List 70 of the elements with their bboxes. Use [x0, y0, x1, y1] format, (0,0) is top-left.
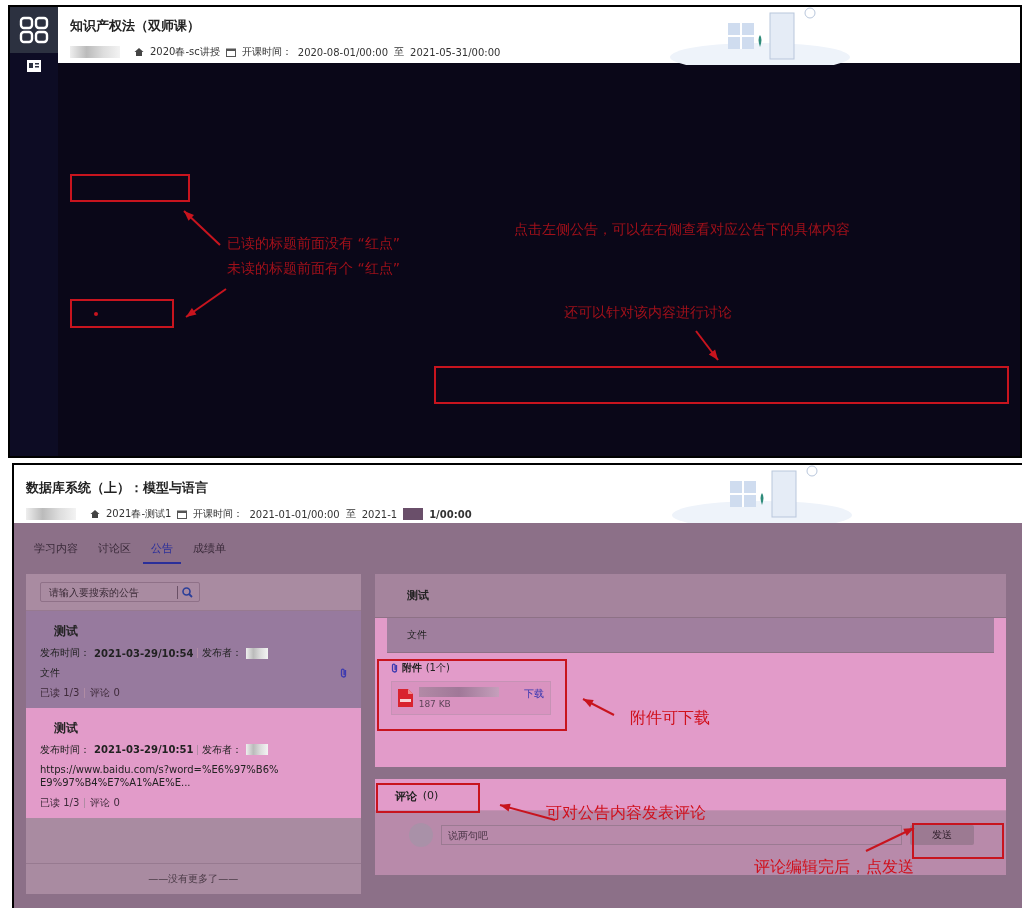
paperclip-icon — [390, 663, 398, 673]
attachments-count: (1个) — [425, 661, 450, 675]
time-label: 开课时间： — [193, 507, 244, 521]
redacted-name — [70, 46, 120, 58]
annotation-arrow — [692, 329, 722, 363]
to-label: 至 — [394, 45, 405, 59]
read-count: 已读 1/3 — [40, 795, 80, 810]
comments-label: 评论 — [394, 789, 417, 804]
course-term: 2021春-测试1 — [106, 507, 172, 521]
detail-body: 文件 — [386, 618, 994, 653]
comment-count: 评论 0 — [90, 795, 120, 810]
unread-dot — [94, 312, 98, 316]
end-time: 2021-05-31/00:00 — [410, 46, 501, 58]
annotation-text: 评论编辑完后，点发送 — [754, 857, 914, 878]
search-field[interactable]: 请输入要搜索的公告 — [40, 582, 200, 602]
end-time: 2021-1 — [361, 508, 398, 520]
annotation-arrow — [580, 695, 616, 717]
annotation-text: 可对公告内容发表评论 — [546, 803, 706, 824]
pdf-file-icon — [397, 689, 413, 707]
annotation-text: 点击左侧公告，可以在右侧查看对应公告下的具体内容 — [514, 221, 850, 239]
announcement-title: 测试 — [53, 719, 79, 737]
announcement-preview: 文件 — [40, 666, 61, 680]
course-term: 2020春-sc讲授 — [150, 45, 220, 59]
redacted-name — [246, 647, 269, 659]
redacted-name — [246, 744, 269, 755]
annotation-arrow — [864, 825, 916, 853]
publish-time-label: 发布时间： — [40, 646, 90, 660]
tab[interactable]: 成绩单 — [185, 537, 234, 564]
publisher-label: 发布者： — [202, 646, 243, 660]
publish-time: 2021-03-29/10:51 — [94, 744, 194, 755]
announcement-item[interactable]: 测试 发布时间： 2021-03-29/10:51 发布者： https://www.baidu.com/s?word=%E6%97%B6%E9%97%B4%E7%A1%AE%E... 已读 1/3 评论 0 — [26, 707, 361, 818]
glitch-block — [403, 508, 424, 520]
read-count: 已读 1/3 — [40, 685, 80, 700]
announcement-title: 测试 — [53, 623, 79, 640]
search-icon[interactable] — [182, 586, 193, 598]
announcement-item[interactable]: 测试 发布时间： 2021-03-29/10:54 发布者： 文件 已读 1/3 评论 0 — [26, 611, 361, 708]
annotation-text: 附件可下载 — [630, 708, 710, 729]
comment-count: 评论 0 — [90, 685, 120, 700]
comment-input[interactable]: 说两句吧 — [440, 825, 902, 845]
detail-title: 测试 — [374, 574, 1006, 618]
start-time: 2020-08-01/00:00 — [297, 46, 389, 58]
annotation-text: 未读的标题前面有个 “红点” — [227, 260, 400, 278]
comments-count: (0) — [422, 789, 439, 804]
list-end-text: ——没有更多了—— — [26, 863, 361, 894]
file-size: 187 KB — [418, 699, 452, 709]
to-label: 至 — [345, 507, 356, 521]
course-title: 数据库系统（上）：模型与语言 — [26, 479, 209, 497]
publish-time-label: 发布时间： — [40, 742, 90, 757]
attachments-label: 附件 — [401, 661, 422, 675]
annotation-text: 已读的标题前面没有 “红点” — [227, 235, 400, 253]
download-link[interactable]: 下载 — [523, 687, 544, 701]
home-icon — [134, 47, 144, 57]
redacted-name — [26, 508, 76, 520]
end-time: 1/00:00 — [429, 508, 472, 520]
send-button[interactable]: 发送 — [910, 825, 974, 845]
tab[interactable]: 讨论区 — [90, 537, 139, 564]
tab[interactable]: 公告 — [143, 537, 181, 564]
publish-time: 2021-03-29/10:54 — [94, 647, 194, 659]
tab[interactable]: 学习内容 — [26, 537, 86, 564]
time-label: 开课时间： — [241, 45, 292, 59]
course-title: 知识产权法（双师课） — [70, 17, 201, 35]
publisher-label: 发布者： — [202, 742, 243, 757]
book-logo-icon — [19, 16, 49, 44]
calendar-icon — [225, 47, 236, 57]
calendar-icon — [177, 509, 188, 519]
id-card-icon[interactable] — [26, 59, 42, 73]
home-icon — [90, 509, 100, 519]
start-time: 2021-01-01/00:00 — [249, 508, 340, 520]
annotation-text: 还可以针对该内容进行讨论 — [564, 304, 732, 322]
announcement-preview: https://www.baidu.com/s?word=%E6%97%B6%E9%97%B4%E7%A1%AE%E... — [40, 762, 280, 790]
